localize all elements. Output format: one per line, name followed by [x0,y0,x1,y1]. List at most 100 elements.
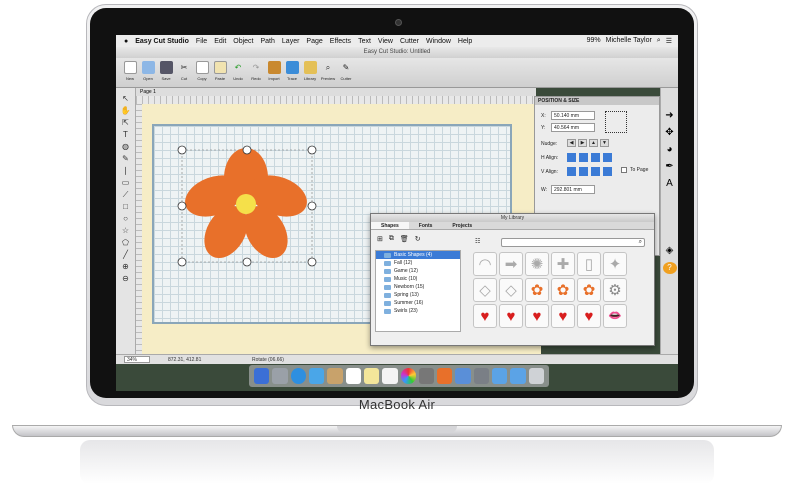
eraser-tool-icon[interactable]: ▭ [120,178,132,188]
calendar-icon[interactable] [345,368,361,384]
rectangle-tool-icon[interactable]: □ [120,202,132,212]
tree-item[interactable]: Fall (12) [376,259,460,267]
shape-heart-3[interactable]: ♥ [525,304,549,328]
shape-rounded-rect[interactable]: ▯ [577,252,601,276]
mail-icon[interactable] [308,368,325,384]
documents-folder-icon[interactable] [510,368,526,384]
star-tool-icon[interactable]: ☆ [120,226,132,236]
knife-tool-icon[interactable]: ⟋ [120,190,132,200]
open-button[interactable]: Open [140,58,156,87]
redo-button[interactable]: ↷ Redo [248,58,264,87]
pen-icon[interactable]: ✒ [663,161,677,173]
photos-icon[interactable] [400,368,416,384]
nudge-right-icon[interactable]: ▶ [578,139,587,147]
tab-fonts[interactable]: Fonts [409,222,443,229]
tree-item[interactable]: Swirls (23) [376,307,460,315]
tab-shapes[interactable]: Shapes [371,222,409,229]
menu-help[interactable]: Help [458,38,472,45]
menu-file[interactable]: File [196,38,207,45]
menu-effects[interactable]: Effects [330,38,351,45]
menu-app[interactable]: Easy Cut Studio [135,38,189,45]
launchpad-icon[interactable] [272,368,288,384]
shape-heart-5[interactable]: ♥ [577,304,601,328]
shape-flower-2[interactable]: ✿ [551,278,575,302]
bucket-tool-icon[interactable]: ◍ [120,142,132,152]
shape-arch[interactable]: ◠ [473,252,497,276]
shape-sparkle[interactable]: ✦ [603,252,627,276]
w-field[interactable]: 292.801 mm [551,185,595,194]
tree-item[interactable]: Summer (16) [376,299,460,307]
tree-item[interactable]: Spring (13) [376,291,460,299]
refresh-icon[interactable]: ↻ [415,235,421,243]
copy-button[interactable]: Copy [194,58,210,87]
move-icon[interactable]: ✥ [663,127,677,139]
menu-edit[interactable]: Edit [214,38,226,45]
notes-icon[interactable] [363,368,380,384]
text-tool-icon[interactable]: T [120,130,132,140]
to-page-checkbox[interactable] [621,167,627,173]
shape-lips[interactable]: 👄 [603,304,627,328]
undo-button[interactable]: ↶ Undo [230,58,246,87]
preview-button[interactable]: ⌕ Preview [320,58,336,87]
shape-diamond[interactable]: ◇ [473,278,497,302]
library-button[interactable]: Library [302,58,318,87]
menu-layer[interactable]: Layer [282,38,300,45]
tree-item[interactable]: Newborn (15) [376,283,460,291]
menu-text[interactable]: Text [358,38,371,45]
menu-cutter[interactable]: Cutter [400,38,419,45]
halign-buttons[interactable] [567,153,615,162]
pencil-tool-icon[interactable]: ✎ [120,154,132,164]
shape-arrow[interactable]: ➡ [499,252,523,276]
facetime-icon[interactable] [418,368,435,384]
app-icon[interactable] [437,368,453,384]
polygon-tool-icon[interactable]: ⬠ [120,238,132,248]
trash-icon[interactable]: 🗑 [400,235,409,243]
brush-tool-icon[interactable]: ❘ [120,166,132,176]
tree-item[interactable]: Music (10) [376,275,460,283]
ellipse-tool-icon[interactable]: ○ [120,214,132,224]
trash-icon[interactable] [528,368,544,384]
select-tool-icon[interactable]: ↖ [120,94,132,104]
shape-cross[interactable]: ✚ [551,252,575,276]
zoom-in-tool-icon[interactable]: ⊕ [120,262,132,272]
shape-diamond-2[interactable]: ◇ [499,278,523,302]
apple-menu-icon[interactable]: ● [124,38,128,45]
cutter-button[interactable]: ✎ Cutter [338,58,354,87]
menu-page[interactable]: Page [306,38,322,45]
menu-path[interactable]: Path [261,38,275,45]
x-field[interactable]: 50.140 mm [551,111,595,120]
shape-heart-2[interactable]: ♥ [499,304,523,328]
system-prefs-icon[interactable] [473,368,490,384]
menu-window[interactable]: Window [426,38,451,45]
nudge-left-icon[interactable]: ◀ [567,139,576,147]
valign-buttons[interactable] [567,167,615,176]
view-toggle-icon[interactable]: ☷ [475,238,480,245]
flower-shape[interactable] [172,140,322,270]
reminders-icon[interactable] [382,368,398,384]
shape-flower-3[interactable]: ✿ [577,278,601,302]
tree-item[interactable]: Game (12) [376,267,460,275]
line-tool-icon[interactable]: ╱ [120,250,132,260]
copy-icon[interactable]: ⧉ [389,235,394,243]
shape-heart[interactable]: ♥ [473,304,497,328]
nudge-up-icon[interactable]: ▲ [589,139,598,147]
shape-gear[interactable]: ⚙ [603,278,627,302]
downloads-folder-icon[interactable] [492,368,508,384]
import-button[interactable]: Import [266,58,282,87]
tree-item[interactable]: Basic Shapes (4) [376,251,460,259]
node-tool-icon[interactable]: ⇱ [120,118,132,128]
finder-icon[interactable] [254,368,270,384]
add-icon[interactable]: ⊞ [377,235,383,243]
text-size-icon[interactable]: A [663,178,677,190]
zoom-field[interactable]: 34% [124,356,150,363]
layers-icon[interactable]: ◈ [663,245,677,257]
cut-button[interactable]: ✂ Cut [176,58,192,87]
save-button[interactable]: Save [158,58,174,87]
help-icon[interactable]: ? [662,262,677,274]
menu-object[interactable]: Object [233,38,253,45]
nudge-down-icon[interactable]: ▼ [600,139,609,147]
arrow-icon[interactable]: ➜ [663,110,677,122]
shape-burst[interactable]: ✺ [525,252,549,276]
shape-heart-4[interactable]: ♥ [551,304,575,328]
new-button[interactable]: New [122,58,138,87]
